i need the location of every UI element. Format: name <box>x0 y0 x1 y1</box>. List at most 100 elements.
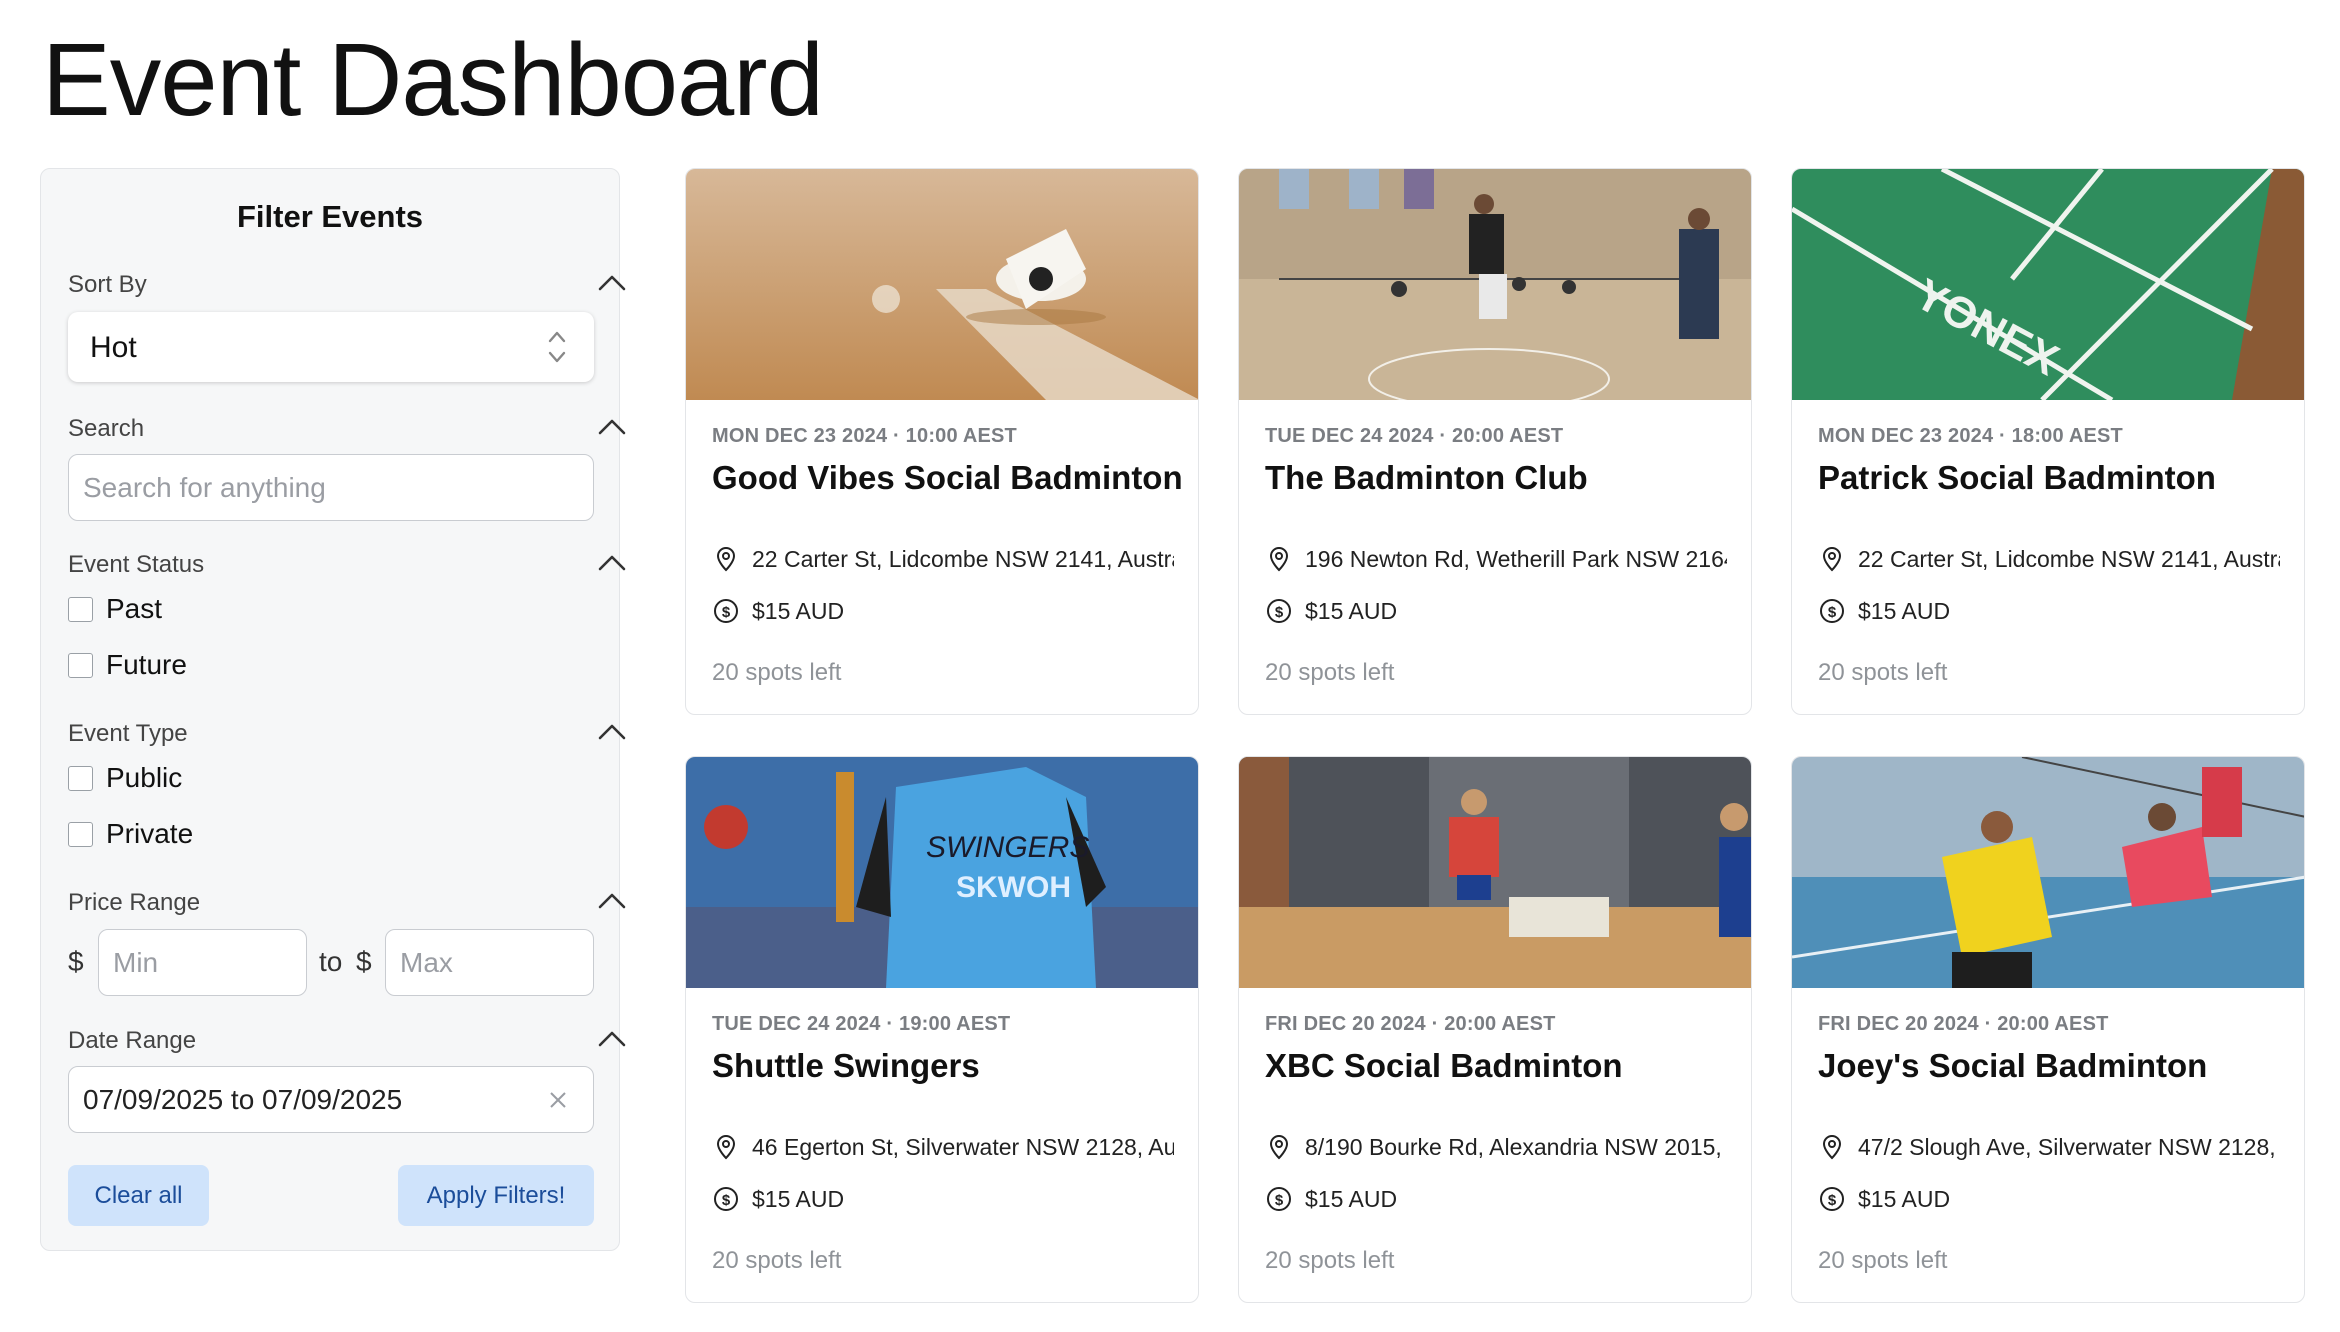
event-date: TUE DEC 24 2024 · 19:00 AEST <box>712 1013 1011 1035</box>
sort-by-label: Sort By <box>68 271 147 298</box>
date-range-input[interactable]: 07/09/2025 to 07/09/2025 <box>68 1066 594 1133</box>
event-price-text: $15 AUD <box>752 597 845 624</box>
price-range-label: Price Range <box>68 889 201 916</box>
event-status-label: Event Status <box>68 551 205 578</box>
map-pin-icon <box>1822 546 1842 572</box>
event-price: $ $15 AUD <box>712 594 1174 628</box>
event-image <box>1239 169 1751 410</box>
chevron-up-icon[interactable] <box>597 273 627 293</box>
event-title: The Badminton Club <box>1265 459 1588 496</box>
map-pin-icon <box>716 546 736 572</box>
max-price-input[interactable] <box>385 929 594 996</box>
event-location: 8/190 Bourke Rd, Alexandria NSW 2015, Au… <box>1265 1130 1727 1164</box>
map-pin-icon <box>1269 1134 1289 1160</box>
status-future-option[interactable]: Future <box>68 649 187 680</box>
event-price: $ $15 AUD <box>1265 594 1727 628</box>
event-location: 196 Newton Rd, Wetherill Park NSW 2164, … <box>1265 542 1727 576</box>
chevron-up-icon[interactable] <box>597 417 627 437</box>
map-pin-icon <box>1822 1134 1842 1160</box>
dollar-circle-icon: $ <box>1820 599 1844 623</box>
event-spots: 20 spots left <box>712 1247 842 1274</box>
event-card[interactable]: SWINGERS SKWOH TUE DEC 24 2024 · 19:00 A… <box>685 756 1199 1303</box>
filter-panel-title: Filter Events <box>236 199 424 234</box>
event-image <box>1792 757 2304 988</box>
event-location-text: 22 Carter St, Lidcombe NSW 2141, Austral… <box>752 545 1174 572</box>
clear-all-button[interactable]: Clear all <box>68 1165 209 1226</box>
svg-text:$: $ <box>722 604 731 621</box>
svg-text:$: $ <box>1828 604 1837 621</box>
event-spots: 20 spots left <box>1265 1247 1395 1274</box>
event-title: Shuttle Swingers <box>712 1047 980 1084</box>
status-past-option[interactable]: Past <box>68 593 163 624</box>
event-image <box>686 169 1198 400</box>
event-card[interactable]: YONEX MON DEC 23 2024 · 18:00 AEST Patri… <box>1791 168 2305 715</box>
event-title: XBC Social Badminton <box>1265 1047 1623 1084</box>
future-checkbox[interactable] <box>68 652 93 678</box>
filter-panel: Filter Events Sort By Hot Search Event S… <box>40 168 626 1251</box>
event-title: Good Vibes Social Badminton <box>712 459 1183 496</box>
event-type-label: Event Type <box>68 720 188 747</box>
min-currency-symbol: $ <box>68 946 84 977</box>
chevron-up-icon[interactable] <box>597 1029 627 1049</box>
search-input[interactable] <box>68 454 594 521</box>
event-price: $ $15 AUD <box>1818 1182 2280 1216</box>
sort-select-value: Hot <box>90 331 137 364</box>
event-location: 22 Carter St, Lidcombe NSW 2141, Austral… <box>1818 542 2280 576</box>
page-title: Event Dashboard <box>42 22 824 137</box>
event-location-text: 46 Egerton St, Silverwater NSW 2128, Aus… <box>752 1133 1174 1160</box>
event-card[interactable]: MON DEC 23 2024 · 10:00 AEST Good Vibes … <box>685 168 1199 715</box>
type-private-option[interactable]: Private <box>68 818 193 849</box>
svg-text:SKWOH: SKWOH <box>956 871 1071 904</box>
close-icon[interactable] <box>547 1089 569 1116</box>
event-date: FRI DEC 20 2024 · 20:00 AEST <box>1265 1013 1556 1035</box>
svg-text:$: $ <box>1275 604 1284 621</box>
private-checkbox[interactable] <box>68 821 93 847</box>
svg-text:$: $ <box>722 1192 731 1209</box>
type-public-option[interactable]: Public <box>68 762 183 793</box>
map-pin-icon <box>1269 546 1289 572</box>
public-checkbox[interactable] <box>68 765 93 791</box>
date-range-value: 07/09/2025 to 07/09/2025 <box>83 1084 403 1115</box>
event-title: Patrick Social Badminton <box>1818 459 2216 496</box>
event-price: $ $15 AUD <box>1265 1182 1727 1216</box>
event-price-text: $15 AUD <box>1858 1185 1951 1212</box>
past-checkbox[interactable] <box>68 596 93 622</box>
event-card[interactable]: FRI DEC 20 2024 · 20:00 AEST XBC Social … <box>1238 756 1752 1303</box>
chevron-up-icon[interactable] <box>597 722 627 742</box>
public-checkbox-label: Public <box>106 762 183 793</box>
date-range-label: Date Range <box>68 1027 197 1054</box>
event-image: YONEX <box>1792 169 2304 403</box>
chevron-up-icon[interactable] <box>597 553 627 573</box>
event-image: SWINGERS SKWOH <box>686 757 1198 988</box>
price-to-label: to <box>319 946 343 977</box>
event-location: 22 Carter St, Lidcombe NSW 2141, Austral… <box>712 542 1174 576</box>
past-checkbox-label: Past <box>106 593 163 624</box>
event-location: 46 Egerton St, Silverwater NSW 2128, Aus… <box>712 1130 1174 1164</box>
svg-text:SWINGERS: SWINGERS <box>926 831 1089 864</box>
apply-filters-button[interactable]: Apply Filters! <box>398 1165 594 1226</box>
event-spots: 20 spots left <box>712 659 842 686</box>
min-price-input[interactable] <box>98 929 307 996</box>
sort-select[interactable]: Hot <box>68 312 594 382</box>
event-location-text: 196 Newton Rd, Wetherill Park NSW 2164, … <box>1305 545 1727 572</box>
event-date: TUE DEC 24 2024 · 20:00 AEST <box>1265 425 1564 447</box>
event-title: Joey's Social Badminton <box>1818 1047 2208 1084</box>
map-pin-icon <box>716 1134 736 1160</box>
event-price-text: $15 AUD <box>1858 597 1951 624</box>
event-location-text: 47/2 Slough Ave, Silverwater NSW 2128, A… <box>1858 1133 2280 1160</box>
event-location-text: 22 Carter St, Lidcombe NSW 2141, Austral… <box>1858 545 2280 572</box>
event-location-text: 8/190 Bourke Rd, Alexandria NSW 2015, Au… <box>1305 1133 1727 1160</box>
dollar-circle-icon: $ <box>714 1187 738 1211</box>
dollar-circle-icon: $ <box>1820 1187 1844 1211</box>
future-checkbox-label: Future <box>106 649 187 680</box>
search-label: Search <box>68 415 145 442</box>
event-price-text: $15 AUD <box>1305 1185 1398 1212</box>
dollar-circle-icon: $ <box>714 599 738 623</box>
dollar-circle-icon: $ <box>1267 599 1291 623</box>
event-date: MON DEC 23 2024 · 18:00 AEST <box>1818 425 2123 447</box>
event-card[interactable]: TUE DEC 24 2024 · 20:00 AEST The Badmint… <box>1238 168 1752 715</box>
chevron-up-icon[interactable] <box>597 891 627 911</box>
event-date: MON DEC 23 2024 · 10:00 AEST <box>712 425 1017 447</box>
event-card[interactable]: FRI DEC 20 2024 · 20:00 AEST Joey's Soci… <box>1791 756 2305 1303</box>
max-currency-symbol: $ <box>356 946 372 977</box>
